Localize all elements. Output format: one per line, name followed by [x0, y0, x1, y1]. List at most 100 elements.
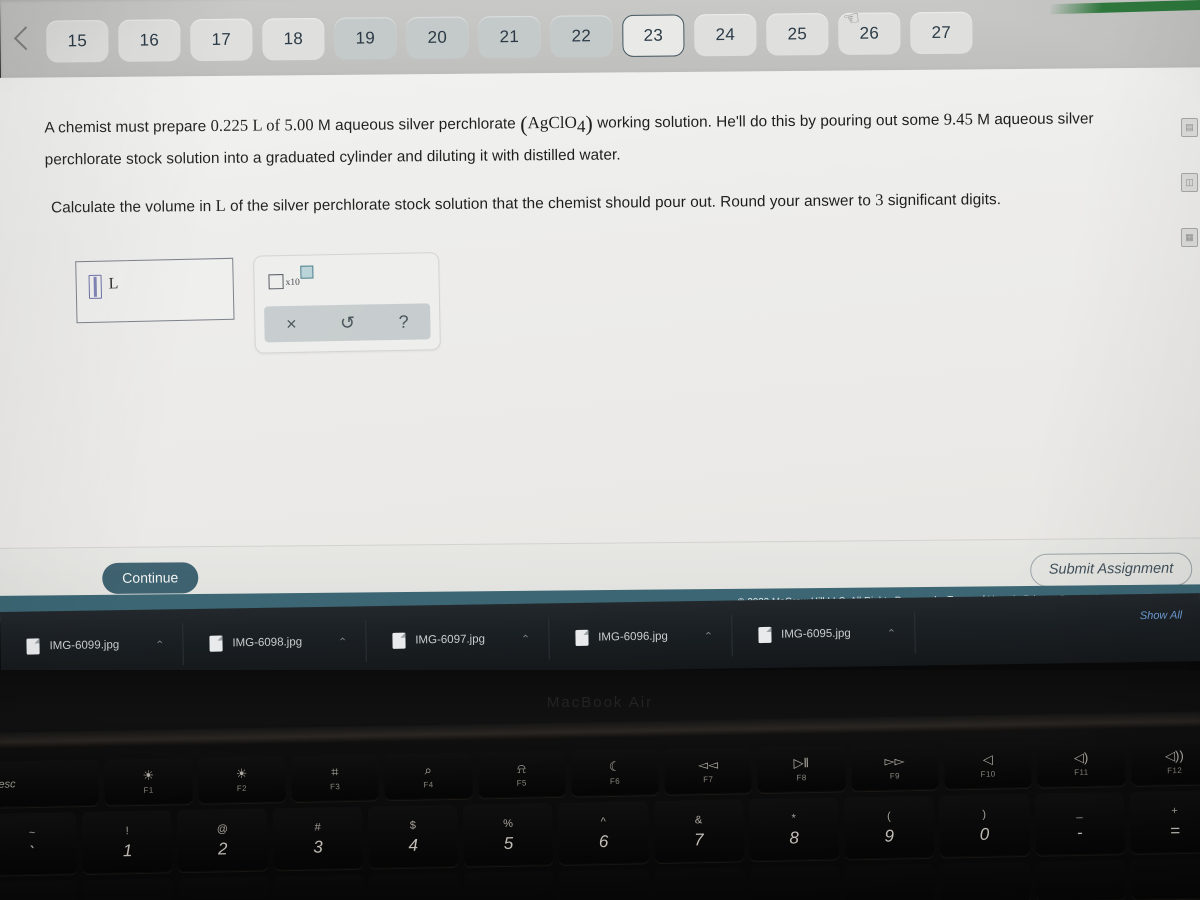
f3-label: F3 — [330, 782, 341, 792]
key-9[interactable]: ( 9 — [843, 795, 935, 860]
undo-icon[interactable]: ↺ — [340, 312, 355, 333]
key-backtick[interactable]: ~ ` — [0, 812, 78, 876]
key-w[interactable] — [178, 876, 269, 900]
show-all-downloads-link[interactable]: Show All — [1140, 609, 1183, 622]
mic-glyph: ⍾ — [516, 760, 526, 776]
key-o[interactable] — [845, 863, 936, 900]
scientific-notation-button[interactable]: x10 — [268, 265, 316, 292]
key-2[interactable]: @ 2 — [177, 808, 268, 873]
dictation-mic-icon[interactable]: ⍾ F5 — [477, 750, 566, 799]
key-t[interactable] — [464, 871, 555, 900]
key-1[interactable]: ! 1 — [82, 810, 173, 875]
key-7[interactable]: & 7 — [653, 799, 744, 864]
help-icon[interactable]: ? — [398, 311, 408, 332]
question-pill-24[interactable]: 24 — [694, 13, 757, 57]
answer-input[interactable]: L — [75, 257, 235, 323]
spotlight-search-icon[interactable]: ⌕ F4 — [384, 752, 473, 801]
key-bracket-left[interactable] — [1035, 860, 1126, 900]
play-pause-icon[interactable]: ▷‖ F8 — [757, 745, 846, 794]
periodic-table-icon[interactable]: ▦ — [1181, 228, 1198, 247]
keyboard: esc ☀ F1 ☀ F2 ⌗ F3 ⌕ F4 ⍾ F5 ☾ F6 ◅◅ F7 … — [0, 738, 1200, 900]
mute-icon[interactable]: ◁ F10 — [943, 741, 1033, 790]
key-q[interactable] — [83, 878, 174, 900]
tool-rail: ▤ ◫ ▦ — [1181, 118, 1198, 247]
moon-glyph: ☾ — [608, 758, 621, 774]
download-item[interactable]: IMG-6099.jpg ⌃ — [0, 623, 184, 668]
exponent-placeholder-icon — [300, 265, 314, 279]
question-pill-16[interactable]: 16 — [118, 19, 181, 62]
key-shift-char: + — [1171, 804, 1178, 817]
question-pill-25[interactable]: 25 — [766, 13, 829, 56]
key-shift-char: $ — [409, 819, 417, 832]
key-bracket-right[interactable] — [1130, 858, 1200, 900]
question-part-1c: M aqueous silver perchlorate — [317, 115, 516, 135]
question-part-1e: M aqueous silver — [977, 110, 1094, 129]
question-text: A chemist must prepare 0.225 L of 5.00 M… — [44, 100, 1135, 222]
question-pill-17[interactable]: 17 — [190, 18, 253, 62]
download-item[interactable]: IMG-6098.jpg ⌃ — [183, 620, 367, 666]
volume-down-glyph: ◁) — [1073, 749, 1089, 765]
key-base-char: 1 — [122, 840, 133, 860]
submit-assignment-button[interactable]: Submit Assignment — [1029, 552, 1193, 587]
do-not-disturb-icon[interactable]: ☾ F6 — [570, 749, 659, 797]
chevron-up-icon[interactable]: ⌃ — [338, 635, 347, 648]
play-pause-glyph: ▷‖ — [793, 754, 810, 771]
key-5[interactable]: % 5 — [463, 803, 554, 867]
key-equals[interactable]: + = — [1129, 790, 1200, 854]
mission-control-icon[interactable]: ⌗ F3 — [290, 754, 380, 803]
question-part-1b: L of — [252, 115, 281, 135]
calculator-icon[interactable]: ▤ — [1181, 118, 1198, 137]
chevron-up-icon[interactable]: ⌃ — [704, 629, 713, 642]
chevron-up-icon[interactable]: ⌃ — [521, 632, 530, 645]
question-pill-19[interactable]: 19 — [334, 17, 397, 60]
volume-up-icon[interactable]: ◁)) F12 — [1130, 738, 1200, 786]
download-item[interactable]: IMG-6095.jpg ⌃ — [731, 611, 916, 657]
chevron-up-icon[interactable]: ⌃ — [887, 626, 896, 639]
ruler-icon[interactable]: ◫ — [1181, 173, 1198, 192]
rewind-icon[interactable]: ◅◅ F7 — [664, 747, 753, 795]
key-shift-char: % — [503, 817, 514, 830]
fast-forward-icon[interactable]: ▻▻ F9 — [850, 743, 939, 792]
file-document-icon — [757, 626, 772, 644]
escape-key[interactable]: esc — [0, 759, 100, 808]
key-3[interactable]: # 3 — [272, 806, 364, 871]
clear-icon[interactable]: × — [286, 313, 297, 334]
key-minus[interactable]: _ - — [1034, 792, 1125, 856]
key-4[interactable]: $ 4 — [367, 804, 459, 869]
f7-label: F7 — [703, 775, 714, 785]
download-item[interactable]: IMG-6096.jpg ⌃ — [548, 614, 733, 660]
key-base-char: 7 — [693, 829, 704, 849]
question-part-2c: significant digits. — [887, 191, 1002, 210]
volume-down-icon[interactable]: ◁) F11 — [1037, 740, 1126, 788]
download-item[interactable]: IMG-6097.jpg ⌃ — [365, 617, 550, 663]
key-6[interactable]: ^ 6 — [558, 801, 649, 865]
question-pill-23-current[interactable]: 23 — [622, 14, 685, 58]
f8-label: F8 — [796, 773, 807, 783]
brightness-down-icon[interactable]: ☀ F1 — [104, 757, 193, 806]
question-pill-22[interactable]: 22 — [550, 15, 613, 58]
key-u[interactable] — [654, 867, 745, 900]
question-part-1d: working solution. He'll do this by pouri… — [597, 111, 940, 132]
key-0[interactable]: ) 0 — [939, 793, 1030, 858]
key-i[interactable] — [750, 865, 841, 900]
key-8[interactable]: * 8 — [748, 797, 840, 862]
question-part-1a: A chemist must prepare — [44, 118, 207, 137]
formula-paren-close: ) — [585, 110, 593, 136]
key-y[interactable] — [559, 869, 650, 900]
key-e[interactable] — [273, 874, 364, 900]
question-pill-18[interactable]: 18 — [262, 17, 325, 61]
brightness-up-icon[interactable]: ☀ F2 — [197, 756, 286, 804]
download-file-name: IMG-6096.jpg — [598, 630, 668, 644]
key-shift-char: ^ — [600, 815, 606, 828]
question-pill-20[interactable]: 20 — [406, 16, 469, 60]
question-pill-15[interactable]: 15 — [46, 19, 109, 63]
question-pill-21[interactable]: 21 — [478, 15, 541, 59]
key-p[interactable] — [940, 861, 1031, 900]
continue-button[interactable]: Continue — [102, 562, 199, 595]
key-r[interactable] — [369, 872, 460, 900]
key-tab[interactable] — [0, 880, 79, 900]
key-shift-char: & — [694, 813, 703, 826]
chevron-left-icon[interactable] — [8, 22, 36, 62]
chevron-up-icon[interactable]: ⌃ — [155, 638, 164, 651]
question-pill-27[interactable]: 27 — [910, 11, 973, 55]
